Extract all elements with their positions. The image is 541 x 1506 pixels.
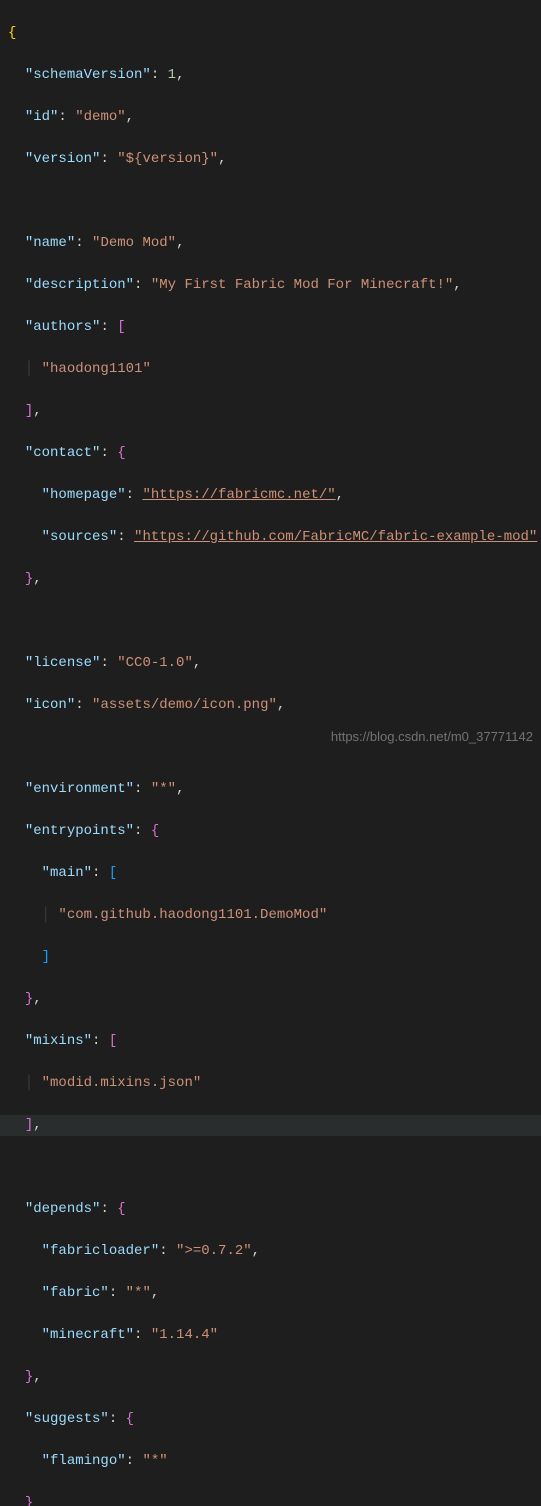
code-line: "main": [ <box>8 863 533 884</box>
code-line: │ "modid.mixins.json" <box>8 1073 533 1094</box>
code-line <box>8 737 533 758</box>
code-line: "icon": "assets/demo/icon.png", <box>8 695 533 716</box>
code-line: ] <box>8 947 533 968</box>
code-line: { <box>8 23 533 44</box>
code-line: "authors": [ <box>8 317 533 338</box>
code-line: "entrypoints": { <box>8 821 533 842</box>
code-line: } <box>8 1493 533 1506</box>
code-line: "description": "My First Fabric Mod For … <box>8 275 533 296</box>
code-line: "suggests": { <box>8 1409 533 1430</box>
code-line: "fabric": "*", <box>8 1283 533 1304</box>
code-line: "version": "${version}", <box>8 149 533 170</box>
code-line <box>8 611 533 632</box>
code-line <box>8 1157 533 1178</box>
code-line: "homepage": "https://fabricmc.net/", <box>8 485 533 506</box>
code-line: "environment": "*", <box>8 779 533 800</box>
code-line: ], <box>0 1115 541 1136</box>
code-line: ], <box>8 401 533 422</box>
code-editor[interactable]: { "schemaVersion": 1, "id": "demo", "ver… <box>0 0 541 1506</box>
code-line <box>8 191 533 212</box>
code-line: │ "com.github.haodong1101.DemoMod" <box>8 905 533 926</box>
code-line: "name": "Demo Mod", <box>8 233 533 254</box>
code-line: "fabricloader": ">=0.7.2", <box>8 1241 533 1262</box>
code-line: "id": "demo", <box>8 107 533 128</box>
code-line: "minecraft": "1.14.4" <box>8 1325 533 1346</box>
code-line: }, <box>8 989 533 1010</box>
code-line: "mixins": [ <box>8 1031 533 1052</box>
code-line: }, <box>8 1367 533 1388</box>
code-line: "contact": { <box>8 443 533 464</box>
code-line: "sources": "https://github.com/FabricMC/… <box>8 527 533 548</box>
code-line: │ "haodong1101" <box>8 359 533 380</box>
code-line: "schemaVersion": 1, <box>8 65 533 86</box>
code-line: "flamingo": "*" <box>8 1451 533 1472</box>
homepage-link[interactable]: "https://fabricmc.net/" <box>142 487 335 503</box>
sources-link[interactable]: "https://github.com/FabricMC/fabric-exam… <box>134 529 537 545</box>
code-line: "license": "CC0-1.0", <box>8 653 533 674</box>
code-line: }, <box>8 569 533 590</box>
code-line: "depends": { <box>8 1199 533 1220</box>
